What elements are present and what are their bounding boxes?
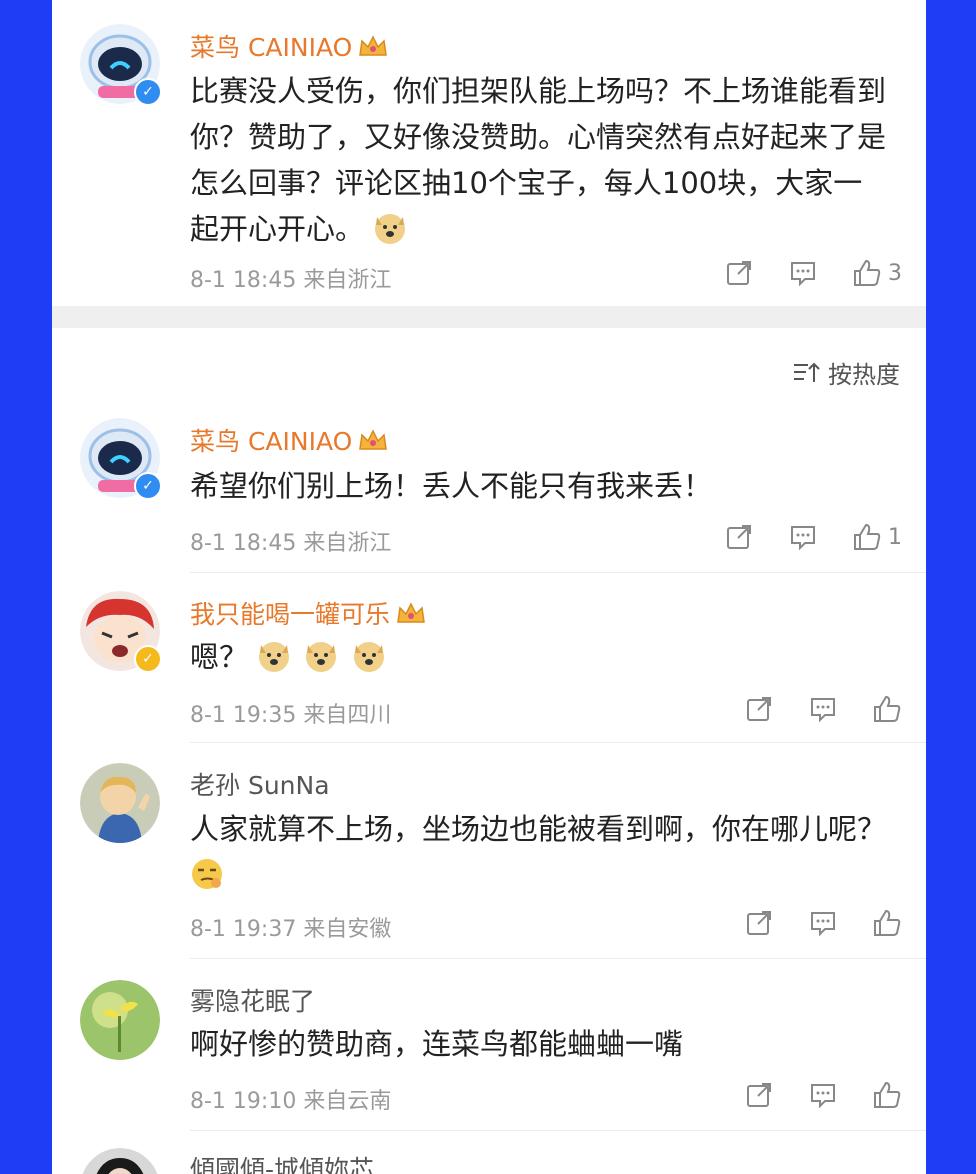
share-icon[interactable]: [724, 258, 754, 288]
username[interactable]: 老孙 SunNa: [190, 766, 330, 802]
comment-text: 嗯？: [190, 634, 890, 680]
share-icon[interactable]: [744, 694, 774, 724]
avatar[interactable]: [80, 980, 160, 1060]
comment-text: 希望你们别上场！丢人不能只有我来丢！: [190, 469, 713, 503]
avatar[interactable]: [80, 1148, 160, 1174]
sort-icon: [794, 362, 820, 382]
share-icon[interactable]: [724, 522, 754, 552]
divider: [190, 742, 926, 743]
share-icon[interactable]: [744, 1080, 774, 1110]
avatar[interactable]: [80, 763, 160, 843]
comment-meta: 8-1 18:45 来自浙江: [190, 531, 392, 556]
avatar[interactable]: ✓: [80, 418, 162, 500]
crown-icon: [359, 35, 388, 56]
divider: [190, 958, 926, 959]
sort-button[interactable]: 按热度: [792, 355, 900, 390]
divider: [190, 1130, 926, 1131]
verified-badge-icon: ✓: [134, 472, 162, 500]
thumbs-up-icon[interactable]: [872, 1080, 902, 1110]
thumbs-up-icon[interactable]: [872, 908, 902, 938]
username[interactable]: 我只能喝一罐可乐: [190, 595, 426, 631]
username[interactable]: 菜鸟 CAINIAO: [190, 28, 388, 64]
crown-icon: [397, 602, 425, 623]
section-divider: [52, 306, 926, 328]
comment-panel: ✓ 菜鸟 CAINIAO 比赛没人受伤，你们担架队能上场吗？不上场谁能看到你？赞…: [52, 0, 926, 1174]
comment-meta: 8-1 19:10 来自云南: [190, 1089, 392, 1114]
crown-icon: [359, 429, 388, 450]
verified-badge-icon: ✓: [134, 645, 162, 673]
comment-icon[interactable]: [788, 522, 818, 552]
avatar[interactable]: ✓: [80, 591, 162, 673]
thumbs-up-icon: [854, 259, 881, 286]
avatar[interactable]: ✓: [80, 24, 162, 106]
share-icon[interactable]: [744, 908, 774, 938]
comment-text: 人家就算不上场，坐场边也能被看到啊，你在哪儿呢？: [190, 806, 890, 898]
comment-icon[interactable]: [788, 258, 818, 288]
username[interactable]: 菜鸟 CAINIAO: [190, 422, 388, 458]
verified-badge-icon: ✓: [134, 78, 162, 106]
username[interactable]: 傾國傾-城傾妳芯: [190, 1150, 374, 1174]
comment-icon[interactable]: [808, 908, 838, 938]
doge-emoji-icon: [306, 642, 337, 672]
comment-icon[interactable]: [808, 694, 838, 724]
comment-meta: 8-1 19:37 来自安徽: [190, 917, 392, 942]
username[interactable]: 雾隐花眠了: [190, 982, 315, 1018]
thumbs-up-icon[interactable]: [872, 694, 902, 724]
doge-emoji-icon: [259, 642, 290, 672]
comment-text: 啊好惨的赞助商，连菜鸟都能蛐蛐一嘴: [190, 1027, 684, 1061]
comment-meta: 8-1 19:35 来自四川: [190, 703, 392, 728]
doge-emoji-icon: [375, 214, 406, 244]
like-button[interactable]: 3: [852, 258, 902, 288]
comment-icon[interactable]: [808, 1080, 838, 1110]
comment-meta: 8-1 18:45 来自浙江: [190, 268, 392, 293]
smirk-emoji-icon: [192, 859, 222, 889]
divider: [190, 572, 926, 573]
comment-text: 比赛没人受伤，你们担架队能上场吗？不上场谁能看到你？赞助了，又好像没赞助。心情突…: [190, 74, 887, 246]
like-button[interactable]: 1: [852, 522, 902, 552]
doge-emoji-icon: [353, 642, 384, 672]
thumbs-up-icon: [854, 523, 881, 550]
